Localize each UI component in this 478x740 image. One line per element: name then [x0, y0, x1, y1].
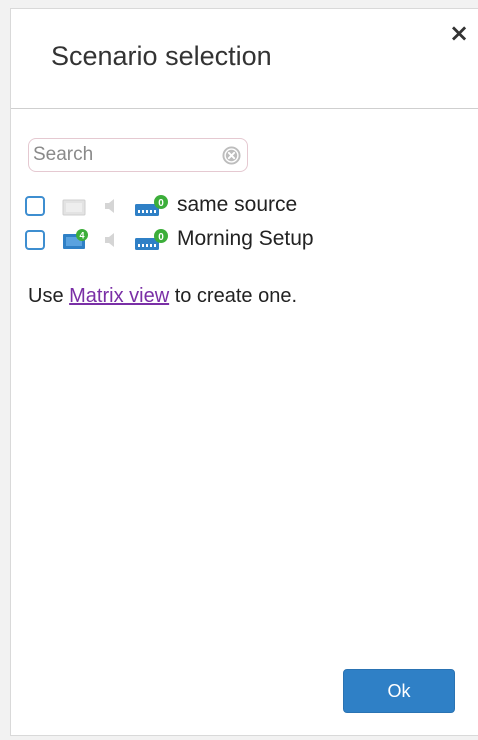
hint-text: Use Matrix view to create one. [28, 285, 297, 308]
search-input[interactable] [33, 143, 213, 167]
ok-button[interactable]: Ok [343, 669, 455, 713]
video-icon [62, 199, 86, 216]
scenario-row-same-source[interactable]: 0 same source [25, 190, 445, 224]
matrix-badge-count: 0 [158, 232, 164, 243]
video-icon: 4 [63, 229, 88, 249]
audio-icon [105, 233, 114, 247]
scenario-selection-dialog: Scenario selection × Search 0 same sourc… [10, 8, 478, 736]
matrix-icon: 0 [135, 195, 168, 216]
matrix-badge-count: 0 [158, 198, 164, 209]
matrix-icon: 0 [135, 229, 168, 250]
clear-search-icon[interactable] [222, 146, 241, 165]
hint-prefix: Use [28, 285, 70, 307]
matrix-view-link[interactable]: Matrix view [69, 285, 169, 307]
scenario-checkbox[interactable] [25, 196, 45, 216]
close-icon[interactable]: × [448, 21, 470, 45]
scenario-label: same source [177, 193, 298, 216]
video-badge-count: 4 [79, 231, 84, 241]
audio-icon [105, 199, 114, 213]
dialog-header: Scenario selection × [11, 9, 478, 109]
dialog-title: Scenario selection [51, 41, 272, 71]
hint-suffix: to create one. [169, 285, 298, 307]
scenario-row-morning-setup[interactable]: 4 0 Morning Setup [25, 224, 445, 258]
scenario-list: 0 same source 4 0 Morning Setup [25, 190, 445, 258]
scenario-checkbox[interactable] [25, 230, 45, 250]
scenario-label: Morning Setup [177, 227, 314, 250]
search-box [28, 138, 248, 172]
